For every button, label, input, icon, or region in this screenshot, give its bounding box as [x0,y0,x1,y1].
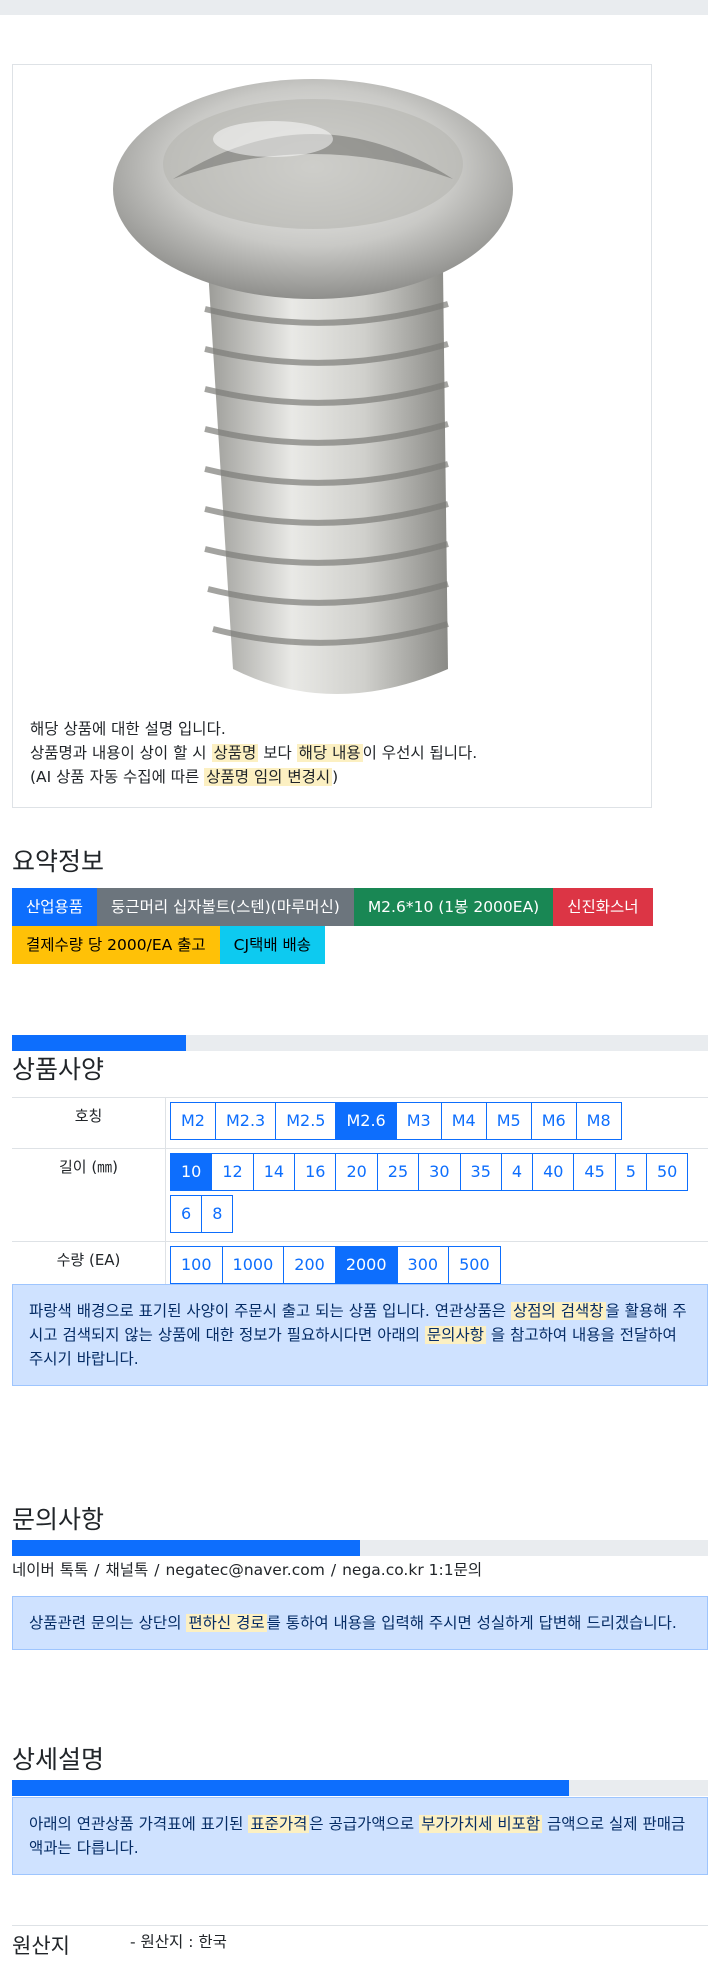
spec-option-button[interactable]: M2.6 [335,1102,397,1140]
product-image [113,79,513,694]
spec-option-button[interactable]: M6 [530,1102,577,1140]
summary-title: 요약정보 [12,847,105,876]
product-card: 해당 상품에 대한 설명 입니다. 상품명과 내용이 상이 할 시 상품명 보다… [12,64,652,808]
spec-option-button[interactable]: 200 [283,1246,336,1284]
spec-option-button[interactable]: M5 [485,1102,532,1140]
separator: / [154,1561,160,1579]
spec-row: 길이 (㎜) 10 12 14 16 20 25 30 35 4 40 45 5 50 6 8 [12,1149,708,1242]
spec-option-button[interactable]: 12 [211,1153,254,1191]
spec-options: 10 12 14 16 20 25 30 35 4 40 45 5 50 6 8 [166,1149,708,1241]
summary-badge: 결제수량 당 2000/EA 출고 [12,926,220,964]
spec-option-button[interactable]: 5 [614,1153,647,1191]
notice-text: 파랑색 배경으로 표기된 사양이 주문시 출고 되는 상품 입니다. 연관상품은 [29,1302,511,1320]
highlight: 편하신 경로 [186,1614,267,1632]
top-bar [0,0,708,15]
desc-text: 이 우선시 됩니다. [362,744,478,762]
spec-option-button[interactable]: 4 [500,1153,534,1191]
spec-options: M2 M2.3 M2.5 M2.6 M3 M4 M5 M6 M8 [166,1098,708,1148]
inquiry-notice: 상품관련 문의는 상단의 편하신 경로 를 통하여 내용을 입력해 주시면 성실하… [12,1596,708,1650]
notice-text: 상품관련 문의는 상단의 [29,1614,187,1632]
detail-notice: 아래의 연관상품 가격표에 표기된 표준가격 은 공급가액으로 부가가치세 비포함… [12,1797,708,1875]
inquiry-title: 문의사항 [12,1505,105,1534]
notice-text: 은 공급가액으로 [309,1815,420,1833]
spec-label: 호칭 [12,1098,166,1148]
spec-option-button[interactable]: M8 [575,1102,622,1140]
contact-channels: 네이버 톡톡 / 채널톡 / negatec@naver.com / nega.co.kr … [12,1558,482,1580]
spec-progress-fill [12,1035,186,1051]
spec-label: 길이 (㎜) [12,1149,166,1241]
inquiry-progress [12,1540,708,1556]
spec-option-button[interactable]: 20 [335,1153,378,1191]
highlight: 상점의 검색창 [511,1302,606,1320]
spec-notice: 파랑색 배경으로 표기된 사양이 주문시 출고 되는 상품 입니다. 연관상품은… [12,1284,708,1386]
spec-option-button[interactable]: 45 [573,1153,616,1191]
spec-option-button[interactable]: 25 [376,1153,420,1191]
highlight: 상품명 임의 변경시 [204,768,333,786]
spec-option-button[interactable]: M2.5 [275,1102,337,1140]
spec-row: 호칭 M2 M2.3 M2.5 M2.6 M3 M4 M5 M6 M8 [12,1098,708,1149]
spec-option-button[interactable]: 500 [448,1246,501,1284]
origin-label: 원산지 [12,1934,70,1958]
product-description: 해당 상품에 대한 설명 입니다. 상품명과 내용이 상이 할 시 상품명 보다… [30,717,477,789]
spec-option-button[interactable]: 1000 [221,1246,285,1284]
spec-option-button[interactable]: 14 [252,1153,296,1191]
spec-option-button[interactable]: M2 [170,1102,216,1140]
desc-text: 상품명과 내용이 상이 할 시 [30,744,212,762]
highlight: 문의사항 [424,1326,486,1344]
spec-option-button[interactable]: M4 [440,1102,487,1140]
spec-option-button[interactable]: 300 [396,1246,450,1284]
highlight: 부가가치세 비포함 [419,1815,543,1833]
notice-text: 를 통하여 내용을 입력해 주시면 성실하게 답변해 드리겠습니다. [266,1614,677,1632]
inquiry-progress-fill [12,1540,360,1556]
highlight: 해당 내용 [296,744,363,762]
desc-line-2: 상품명과 내용이 상이 할 시 상품명 보다 해당 내용 이 우선시 됩니다. [30,741,477,765]
spec-option-button[interactable]: 16 [294,1153,337,1191]
desc-text: (AI 상품 자동 수집에 따른 [30,768,205,786]
spec-option-button[interactable]: 100 [170,1246,223,1284]
separator: / [94,1561,100,1579]
summary-badge: 산업용품 [12,888,98,926]
detail-progress-fill [12,1780,569,1796]
spec-option-button[interactable]: M2.3 [214,1102,277,1140]
spec-option-button[interactable]: 50 [645,1153,689,1191]
highlight: 상품명 [211,744,259,762]
spec-option-button[interactable]: 6 [170,1195,203,1233]
separator: / [330,1561,337,1579]
spec-option-button[interactable]: 8 [201,1195,234,1233]
notice-text: 아래의 연관상품 가격표에 표기된 [29,1815,249,1833]
spec-option-button[interactable]: 30 [418,1153,461,1191]
spec-option-button[interactable]: 10 [170,1153,213,1191]
spec-title: 상품사양 [12,1055,105,1084]
desc-text: ) [332,768,339,786]
spec-option-button[interactable]: M3 [395,1102,442,1140]
contact-channel-link[interactable]: nega.co.kr 1:1문의 [342,1561,482,1579]
origin-value: - 원산지 : 한국 [130,1933,227,1951]
spec-option-button[interactable]: 35 [459,1153,502,1191]
summary-badge: 신진화스너 [553,888,653,926]
highlight: 표준가격 [248,1815,310,1833]
summary-badge: 둥근머리 십자볼트(스텐)(마루머신) [97,888,354,926]
spec-table: 호칭 M2 M2.3 M2.5 M2.6 M3 M4 M5 M6 M8 길이 (㎜) 10 12 14 16… [12,1097,708,1293]
summary-badge: CJ택배 배송 [219,926,326,964]
desc-text: 보다 [258,744,297,762]
summary-badges: 산업용품 둥근머리 십자볼트(스텐)(마루머신) M2.6*10 (1봉 2000E… [12,888,712,964]
spec-option-button[interactable]: 40 [532,1153,575,1191]
contact-channel-link[interactable]: 채널톡 [105,1561,148,1579]
detail-progress [12,1780,708,1796]
spec-option-button[interactable]: 2000 [334,1246,398,1284]
spec-progress [12,1035,708,1051]
contact-channel-link[interactable]: 네이버 톡톡 [12,1561,88,1579]
contact-channel-link[interactable]: negatec@naver.com [165,1561,324,1579]
detail-title: 상세설명 [12,1745,105,1774]
summary-badge: M2.6*10 (1봉 2000EA) [353,888,554,926]
desc-line-1: 해당 상품에 대한 설명 입니다. [30,720,226,738]
desc-line-3: (AI 상품 자동 수집에 따른 상품명 임의 변경시) [30,765,477,789]
origin-row: 원산지 - 원산지 : 한국 [12,1925,708,1961]
